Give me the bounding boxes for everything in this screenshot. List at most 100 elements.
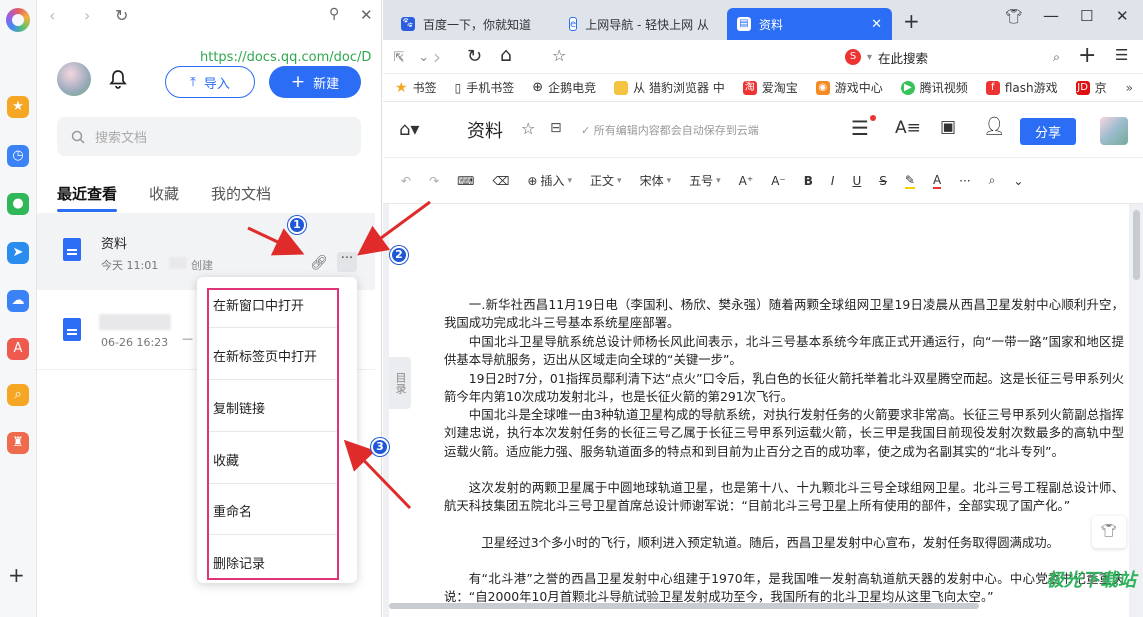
bold-icon[interactable]: B — [804, 174, 813, 188]
menu-rename[interactable]: 重命名 — [213, 501, 252, 520]
size-select[interactable]: 五号 ▾ — [689, 172, 721, 189]
forward-icon[interactable]: › — [84, 6, 90, 25]
menu-delete-record[interactable]: 删除记录 — [213, 553, 265, 572]
search-icon — [71, 130, 85, 144]
underline-icon[interactable]: U — [852, 174, 861, 188]
shirt-icon[interactable]: 👕︎ — [1092, 516, 1126, 548]
search-box[interactable]: S ▾ 在此搜索 ⌕ — [845, 45, 1060, 69]
import-button[interactable]: ⤒ 导入 — [165, 66, 255, 98]
font-select[interactable]: 宋体 ▾ — [640, 172, 672, 189]
bookmark-item[interactable]: JD 京 — [1075, 79, 1107, 96]
tab-baidu[interactable]: 🐾︎ 百度一下，你就知道 — [391, 8, 556, 40]
new-tab-icon[interactable]: + — [903, 9, 920, 33]
close-tab-icon[interactable]: ✕ — [871, 17, 882, 32]
link-icon[interactable]: 🔗︎ — [310, 255, 328, 271]
strikethrough-icon[interactable]: S — [879, 174, 887, 188]
wechat-icon[interactable]: ● — [7, 193, 29, 215]
avatar[interactable] — [1100, 117, 1128, 145]
ie-icon: e — [569, 17, 578, 31]
close-icon[interactable]: ✕ — [360, 6, 373, 24]
style-select[interactable]: 正文 ▾ — [590, 172, 622, 189]
redo-icon[interactable]: ↷ — [429, 174, 439, 188]
tab-recent[interactable]: 最近查看 — [57, 183, 118, 212]
home-icon[interactable]: ⌂▾ — [399, 119, 419, 140]
eraser-icon[interactable]: ⌫ — [492, 174, 509, 188]
chevron-down-icon[interactable]: ⌄ — [1013, 174, 1023, 188]
refresh-icon[interactable]: ↻ — [115, 6, 128, 25]
font-decrease-icon[interactable]: A⁻ — [771, 174, 786, 188]
tab-favorites[interactable]: 收藏 — [149, 183, 179, 204]
search-icon[interactable]: ⌕ — [1053, 49, 1060, 65]
globe-icon: ⊕ — [532, 80, 544, 95]
undo-icon[interactable]: ↶ — [401, 174, 411, 188]
chevron-down-icon[interactable]: ⌄ — [418, 50, 429, 65]
back-icon[interactable]: ‹ — [49, 6, 55, 25]
app-icon[interactable]: ♜ — [7, 432, 29, 454]
bookmark-item[interactable]: ★ 书签 — [395, 79, 437, 96]
format-painter-icon[interactable]: ⌨︎ — [457, 174, 474, 188]
shirt-icon[interactable]: 👕︎ — [1005, 9, 1023, 25]
clock-icon[interactable]: ◷ — [7, 145, 29, 167]
menu-copy-link[interactable]: 复制链接 — [213, 398, 265, 417]
bookmark-item[interactable]: 淘爱淘宝 — [742, 79, 798, 96]
tab-navigation[interactable]: e 上网导航 - 轻快上网 从 — [559, 8, 719, 40]
bell-icon[interactable] — [107, 68, 129, 90]
font-color-icon[interactable]: A — [932, 173, 942, 189]
bookmark-label: 从 猎豹浏览器 中 — [633, 81, 725, 95]
toc-toggle[interactable]: 目录 — [389, 357, 411, 409]
chevron-down-icon[interactable]: ▾ — [867, 52, 872, 63]
bookmark-item[interactable]: ◉ 游戏中心 — [815, 79, 883, 96]
pdf-icon[interactable]: A — [7, 338, 29, 360]
menu-icon[interactable]: ☰ — [1115, 46, 1128, 64]
highlight-icon[interactable]: ✎ — [904, 173, 915, 189]
minimize-icon[interactable]: — — [1043, 6, 1059, 25]
insert-button[interactable]: ⊕ 插入 ▾ — [527, 172, 572, 189]
bookmark-item[interactable]: ⊕ 企鹅电竞 — [532, 79, 596, 96]
tab-my-docs[interactable]: 我的文档 — [211, 183, 271, 204]
more-icon[interactable]: ··· — [337, 252, 357, 272]
bookmark-item[interactable]: ▶ 腾讯视频 — [900, 79, 968, 96]
menu-favorite[interactable]: 收藏 — [213, 450, 239, 469]
chevron-down-icon: ▾ — [567, 175, 573, 186]
share-icon[interactable]: ➤ — [7, 242, 29, 264]
app-logo-icon[interactable] — [6, 8, 30, 32]
move-icon[interactable]: ⊟ — [550, 120, 562, 136]
italic-icon[interactable]: I — [831, 174, 835, 188]
cloud-icon[interactable]: ☁ — [7, 290, 29, 312]
pin-icon[interactable]: ⚲ — [329, 6, 339, 22]
tab-docs[interactable]: ▤ 资料 ✕ — [727, 8, 892, 40]
bookmark-item[interactable]: f flash游戏 — [985, 79, 1058, 96]
share-page-icon[interactable]: ⇱ — [393, 50, 404, 65]
vertical-scrollbar[interactable] — [1133, 210, 1140, 280]
add-user-icon[interactable]: 👤︎ — [983, 116, 1006, 137]
font-increase-icon[interactable]: A⁺ — [739, 174, 754, 188]
new-button[interactable]: + 新建 — [269, 66, 361, 98]
share-button[interactable]: 分享 — [1020, 118, 1076, 145]
text-format-icon[interactable]: A≡ — [895, 118, 921, 138]
search-icon[interactable]: ⌕ — [7, 384, 29, 406]
horizontal-scrollbar[interactable] — [389, 603, 979, 609]
close-window-icon[interactable]: ✕ — [1116, 7, 1129, 25]
paragraph: 这次发射的两颗卫星属于中圆地球轨道卫星，也是第十八、十九颗北斗三号全球组网卫星。… — [444, 480, 1124, 514]
bookmark-item[interactable]: ▯ 手机书签 — [455, 79, 515, 96]
menu-icon[interactable]: ☰ — [851, 116, 869, 140]
menu-open-new-window[interactable]: 在新窗口中打开 — [213, 295, 304, 314]
more-icon[interactable]: ··· — [959, 174, 970, 188]
star-icon[interactable]: ★ — [7, 96, 29, 118]
menu-open-new-tab[interactable]: 在新标签页中打开 — [213, 346, 317, 365]
url-field[interactable]: https://docs.qq.com/doc/D ⇱ ⌄ — [200, 44, 570, 70]
avatar[interactable] — [57, 62, 91, 96]
add-icon[interactable]: + — [1078, 43, 1096, 68]
more-bookmarks-icon[interactable]: » — [1126, 81, 1133, 95]
doc-title[interactable]: 资料 — [467, 117, 503, 143]
search-icon[interactable]: ⌕ — [989, 173, 996, 188]
share-label: 分享 — [1034, 126, 1061, 141]
maximize-icon[interactable]: ☐ — [1080, 7, 1093, 25]
star-icon: ★ — [395, 79, 408, 96]
star-icon[interactable]: ☆ — [521, 119, 535, 138]
docs-icon: ▤ — [737, 17, 751, 31]
bookmark-item[interactable]: 从 猎豹浏览器 中 — [614, 79, 725, 96]
present-icon[interactable]: ▣ — [940, 117, 956, 137]
add-icon[interactable]: + — [8, 565, 25, 585]
search-input[interactable]: 搜索文档 — [57, 117, 361, 156]
